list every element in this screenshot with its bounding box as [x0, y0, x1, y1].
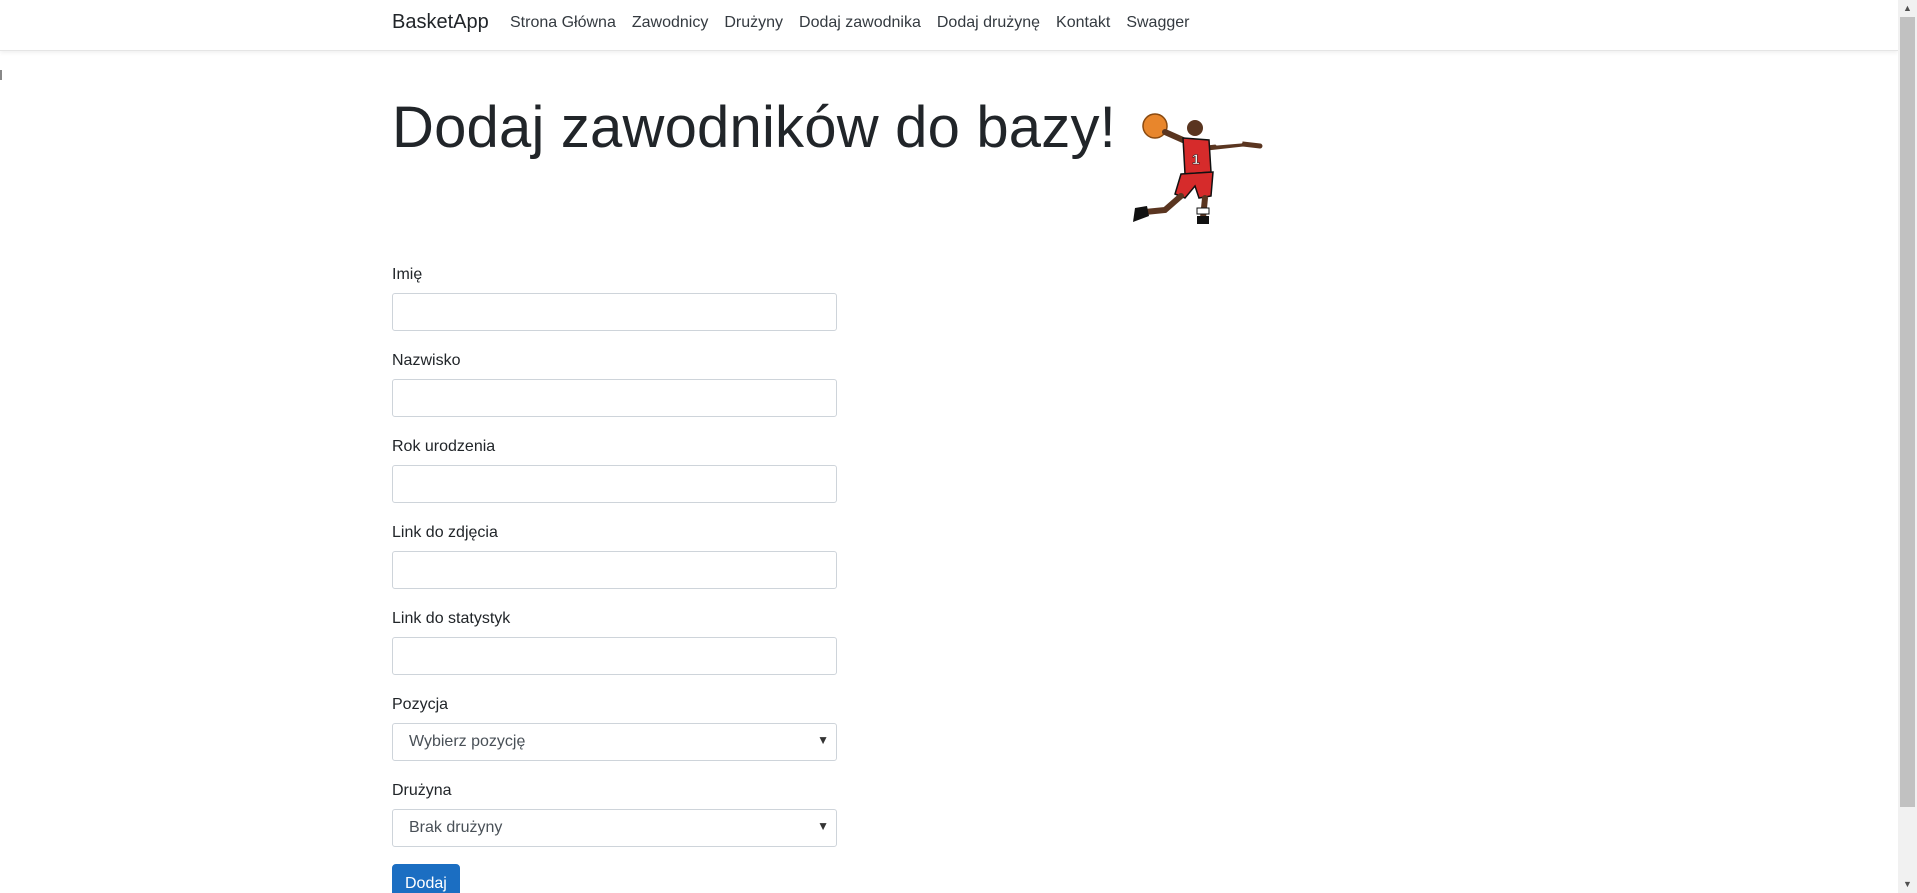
- position-select-wrap: Wybierz pozycję ▼: [392, 723, 837, 761]
- nav-link-swagger[interactable]: Swagger: [1126, 14, 1189, 32]
- first-name-input[interactable]: [392, 293, 837, 331]
- birth-year-input[interactable]: [392, 465, 837, 503]
- nav-link-add-team[interactable]: Dodaj drużynę: [937, 14, 1040, 32]
- position-selected-value: Wybierz pozycję: [409, 733, 526, 750]
- photo-link-label: Link do zdjęcia: [392, 524, 498, 541]
- stats-link-input[interactable]: [392, 637, 837, 675]
- chevron-down-icon: ▼: [817, 819, 829, 833]
- position-label: Pozycja: [392, 696, 449, 713]
- add-button[interactable]: Dodaj: [392, 864, 460, 893]
- nav-link-players[interactable]: Zawodnicy: [632, 14, 708, 32]
- birth-year-label: Rok urodzenia: [392, 438, 496, 455]
- last-name-label: Nazwisko: [392, 352, 461, 369]
- nav-links: Strona Główna Zawodnicy Drużyny Dodaj za…: [510, 14, 1189, 32]
- edge-mark: [0, 70, 2, 80]
- nav-link-home[interactable]: Strona Główna: [510, 14, 616, 32]
- team-group: Drużyna Brak drużyny ▼: [392, 778, 837, 864]
- team-selected-value: Brak drużyny: [409, 819, 503, 836]
- page-title: Dodaj zawodników do bazy!: [392, 95, 1116, 160]
- scroll-up-icon[interactable]: ▲: [1898, 0, 1917, 17]
- chevron-down-icon: ▼: [817, 733, 829, 747]
- stats-link-group: Link do statystyk: [392, 606, 837, 692]
- team-select[interactable]: Brak drużyny: [392, 809, 837, 847]
- position-select[interactable]: Wybierz pozycję: [392, 723, 837, 761]
- scroll-thumb[interactable]: [1900, 17, 1915, 807]
- vertical-scrollbar[interactable]: ▲ ▼: [1898, 0, 1917, 893]
- last-name-input[interactable]: [392, 379, 837, 417]
- birth-year-group: Rok urodzenia: [392, 434, 837, 520]
- photo-link-group: Link do zdjęcia: [392, 520, 837, 606]
- top-navbar: BasketApp Strona Główna Zawodnicy Drużyn…: [0, 0, 1898, 51]
- first-name-label: Imię: [392, 266, 423, 283]
- last-name-group: Nazwisko: [392, 348, 837, 434]
- photo-link-input[interactable]: [392, 551, 837, 589]
- first-name-group: Imię: [392, 262, 837, 348]
- position-group: Pozycja Wybierz pozycję ▼: [392, 692, 837, 778]
- page: BasketApp Strona Główna Zawodnicy Drużyn…: [0, 0, 1917, 893]
- nav-link-teams[interactable]: Drużyny: [724, 14, 783, 32]
- brand-link[interactable]: BasketApp: [392, 11, 489, 34]
- svg-text:1: 1: [1192, 151, 1200, 167]
- basketball-player-icon: 1: [1133, 113, 1263, 224]
- nav-link-add-player[interactable]: Dodaj zawodnika: [799, 14, 921, 32]
- team-label: Drużyna: [392, 782, 452, 799]
- stats-link-label: Link do statystyk: [392, 610, 511, 627]
- nav-link-contact[interactable]: Kontakt: [1056, 14, 1110, 32]
- team-select-wrap: Brak drużyny ▼: [392, 809, 837, 847]
- add-player-form: Imię Nazwisko Rok urodzenia Link do zdję…: [392, 262, 837, 864]
- scroll-down-icon[interactable]: ▼: [1898, 876, 1917, 893]
